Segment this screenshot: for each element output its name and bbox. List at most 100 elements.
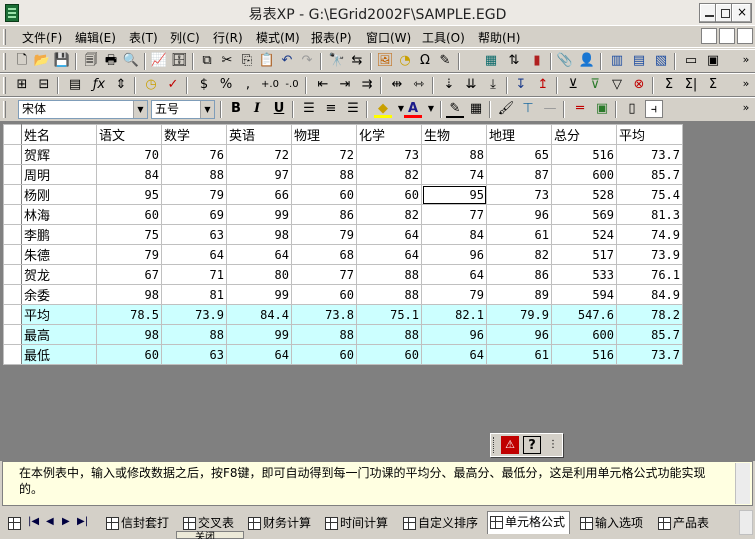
last-sheet-icon[interactable]: ▶| <box>77 516 88 527</box>
print-preview-icon[interactable]: 🔍 <box>122 52 140 70</box>
table-row[interactable]: 杨刚 95 79 66 60 60 95 73 528 75.4 <box>3 184 683 205</box>
name-cell[interactable]: 贺龙 <box>21 264 97 285</box>
replace-icon[interactable]: ⇆ <box>348 52 366 70</box>
score-cell[interactable]: 72 <box>291 144 357 165</box>
score-cell[interactable]: 96 <box>486 324 552 345</box>
undo-icon[interactable]: ↶ <box>278 52 296 70</box>
score-cell[interactable]: 96 <box>421 324 487 345</box>
score-cell[interactable]: 98 <box>226 224 292 245</box>
score-cell[interactable]: 594 <box>551 284 617 305</box>
tab-products[interactable]: 产品表 <box>656 513 709 533</box>
score-cell[interactable]: 74.9 <box>616 224 683 245</box>
score-cell[interactable]: 67 <box>96 264 162 285</box>
score-cell[interactable]: 547.6 <box>551 304 617 325</box>
column-header[interactable]: 语文 <box>96 124 162 145</box>
line-icon[interactable]: — <box>541 100 559 118</box>
bold-button[interactable]: B <box>227 100 245 118</box>
score-cell[interactable]: 533 <box>551 264 617 285</box>
score-cell[interactable]: 73 <box>356 144 422 165</box>
row-header[interactable] <box>3 324 22 345</box>
score-cell[interactable]: 75.1 <box>356 304 422 325</box>
score-cell[interactable]: 88 <box>356 284 422 305</box>
score-cell[interactable]: 97 <box>226 164 292 185</box>
tab-cell-formula[interactable]: 单元格公式 <box>487 511 571 534</box>
menu-grip[interactable] <box>3 29 6 45</box>
cell-style-icon[interactable]: ⊤ <box>519 100 537 118</box>
score-cell[interactable]: 98 <box>96 284 162 305</box>
paint-icon[interactable]: 🖌 <box>497 100 515 118</box>
copy-icon[interactable]: ⎘ <box>238 52 256 70</box>
score-cell[interactable]: 61 <box>486 224 552 245</box>
score-cell[interactable]: 73.7 <box>616 144 683 165</box>
column-header[interactable]: 生物 <box>421 124 487 145</box>
increase-decimal-icon[interactable]: +.0 <box>261 76 279 94</box>
row-header[interactable] <box>3 224 22 245</box>
score-cell[interactable]: 79 <box>291 224 357 245</box>
form-icon[interactable]: ▭ <box>682 52 700 70</box>
score-cell[interactable]: 516 <box>551 344 617 365</box>
close-popup[interactable]: 关闭 <box>176 531 244 539</box>
score-cell[interactable]: 82.1 <box>421 304 487 325</box>
insert-row-icon[interactable]: ⊞ <box>13 76 31 94</box>
preview-icon[interactable]: 🗐 <box>82 52 100 70</box>
score-cell[interactable]: 76.1 <box>616 264 683 285</box>
split2-icon[interactable]: ⇿ <box>410 76 428 94</box>
stat-row[interactable]: 平均 78.5 73.9 84.4 73.8 75.1 82.1 79.9 547.6 78.2 <box>3 304 683 325</box>
table-row[interactable]: 林海 60 69 99 86 82 77 96 569 81.3 <box>3 204 683 225</box>
name-cell[interactable]: 周明 <box>21 164 97 185</box>
score-cell[interactable]: 60 <box>356 344 422 365</box>
sum-column-icon[interactable]: Σ| <box>682 76 700 94</box>
score-cell[interactable]: 88 <box>161 324 227 345</box>
score-cell[interactable]: 86 <box>291 204 357 225</box>
up-down-icon[interactable]: ⇕ <box>112 76 130 94</box>
score-cell[interactable]: 78.5 <box>96 304 162 325</box>
double-line-icon[interactable]: ═ <box>571 100 589 118</box>
score-cell[interactable]: 86 <box>486 264 552 285</box>
score-cell[interactable]: 71 <box>161 264 227 285</box>
name-cell[interactable]: 贺辉 <box>21 144 97 165</box>
row-header[interactable] <box>3 204 22 225</box>
score-cell[interactable]: 95 <box>96 184 162 205</box>
name-cell[interactable]: 李鹏 <box>21 224 97 245</box>
first-sheet-icon[interactable]: |◀ <box>28 516 39 527</box>
score-cell[interactable]: 60 <box>291 284 357 305</box>
layout1-icon[interactable]: ▥ <box>608 52 626 70</box>
row-header[interactable] <box>3 344 22 365</box>
score-cell[interactable]: 569 <box>551 204 617 225</box>
redo-icon[interactable]: ↷ <box>298 52 316 70</box>
toolbar-overflow-icon[interactable]: » <box>739 101 753 114</box>
sort-icon[interactable]: ⇅ <box>505 52 523 70</box>
menu-tools[interactable]: 工具(O) <box>420 29 467 46</box>
score-cell[interactable]: 96 <box>421 244 487 265</box>
calculator-icon[interactable]: ▦ <box>482 52 500 70</box>
column-view-icon[interactable]: ▯ <box>623 100 641 118</box>
toolbar-overflow-icon[interactable]: » <box>739 53 753 66</box>
score-cell[interactable]: 98 <box>96 324 162 345</box>
layout2-icon[interactable]: ▤ <box>630 52 648 70</box>
score-cell[interactable]: 73.7 <box>616 344 683 365</box>
score-cell[interactable]: 85.7 <box>616 164 683 185</box>
sum-row-icon[interactable]: Σ <box>704 76 722 94</box>
score-cell[interactable]: 69 <box>161 204 227 225</box>
name-cell[interactable]: 林海 <box>21 204 97 225</box>
score-cell[interactable]: 84 <box>96 164 162 185</box>
score-cell[interactable]: 99 <box>226 284 292 305</box>
borders-icon[interactable]: ▦ <box>467 100 485 118</box>
more-icon[interactable]: ⋮ <box>544 436 562 454</box>
name-cell[interactable]: 余委 <box>21 284 97 305</box>
score-cell[interactable]: 60 <box>356 184 422 205</box>
table-row[interactable]: 贺辉 70 76 72 72 73 88 65 516 73.7 <box>3 144 683 165</box>
pen-icon[interactable]: ✎ <box>436 52 454 70</box>
toolbar-overflow-icon[interactable]: » <box>739 77 753 90</box>
decrease-decimal-icon[interactable]: -.0 <box>283 76 301 94</box>
score-cell[interactable]: 76 <box>161 144 227 165</box>
underline-button[interactable]: U <box>270 100 288 118</box>
column-header[interactable]: 姓名 <box>21 124 97 145</box>
row-header[interactable] <box>3 284 22 305</box>
score-cell[interactable]: 84 <box>421 224 487 245</box>
tab-finance[interactable]: 财务计算 <box>246 513 311 533</box>
mdi-minimize-button[interactable] <box>701 28 717 44</box>
field-icon[interactable]: ▤ <box>66 76 84 94</box>
new-icon[interactable]: 🗋 <box>13 52 31 70</box>
window-icon[interactable]: ▣ <box>704 52 722 70</box>
